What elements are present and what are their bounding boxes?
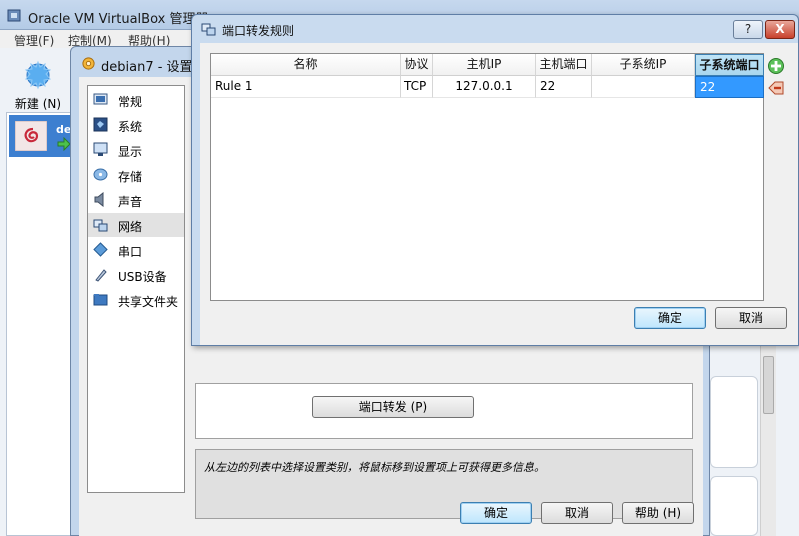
rule-host-port-cell[interactable]: 22 (536, 76, 592, 98)
network-settings-panel: 端口转发 (P) (195, 383, 693, 439)
port-forwarding-dialog: 端口转发规则 ? X 名称 协议 主机IP 主机端口 子系统IP 子系统端口 R… (191, 14, 799, 346)
rule-host-ip-cell[interactable]: 127.0.0.1 (433, 76, 536, 98)
category-label: 串口 (118, 245, 143, 259)
port-forwarding-title-text: 端口转发规则 (222, 24, 295, 38)
vm-running-arrow-icon (57, 137, 71, 151)
new-vm-icon (24, 60, 52, 90)
shared-folder-icon (93, 294, 108, 306)
help-caption-button[interactable]: ? (733, 20, 763, 39)
category-audio[interactable]: 声音 (88, 188, 184, 212)
debian-logo-icon (15, 121, 47, 151)
column-header-guest-ip[interactable]: 子系统IP (592, 54, 695, 76)
port-forwarding-title-bar: 端口转发规则 ? X (192, 15, 798, 43)
settings-gear-icon (82, 57, 95, 70)
port-forwarding-cancel-button[interactable]: 取消 (715, 307, 787, 329)
category-label: 显示 (118, 145, 143, 159)
vm-details-strip (700, 346, 799, 536)
new-vm-button[interactable]: 新建 (N) (10, 60, 66, 112)
general-icon (93, 93, 108, 105)
category-display[interactable]: 显示 (88, 138, 184, 162)
category-label: 共享文件夹 (118, 295, 179, 309)
category-label: 存储 (118, 170, 143, 184)
remove-rule-icon[interactable] (767, 79, 785, 97)
storage-icon (93, 168, 108, 181)
rule-guest-port-cell[interactable]: 22 (695, 76, 764, 98)
display-icon (93, 142, 108, 156)
close-caption-button[interactable]: X (765, 20, 795, 39)
rule-guest-ip-cell[interactable] (592, 76, 695, 98)
settings-category-list: 常规 系统 显示 存储 声音 网络 串口 USB设备 共享文件夹 (87, 85, 185, 493)
system-icon (93, 117, 108, 132)
category-serial-port[interactable]: 串口 (88, 238, 184, 262)
port-forwarding-body: 名称 协议 主机IP 主机端口 子系统IP 子系统端口 Rule 1 TCP 1… (200, 43, 798, 345)
category-label: 声音 (118, 195, 143, 209)
port-forwarding-button[interactable]: 端口转发 (P) (312, 396, 474, 418)
column-header-name[interactable]: 名称 (211, 54, 401, 76)
settings-cancel-button[interactable]: 取消 (541, 502, 613, 524)
details-card (710, 376, 758, 468)
column-header-host-port[interactable]: 主机端口 (536, 54, 592, 76)
column-header-guest-port[interactable]: 子系统端口 (695, 54, 764, 76)
category-general[interactable]: 常规 (88, 88, 184, 112)
category-usb[interactable]: USB设备 (88, 263, 184, 287)
category-storage[interactable]: 存储 (88, 163, 184, 187)
category-shared-folders[interactable]: 共享文件夹 (88, 288, 184, 312)
main-title-text: Oracle VM VirtualBox 管理器 (28, 12, 209, 27)
settings-title-text: debian7 - 设置 (101, 60, 193, 75)
rule-protocol-cell[interactable]: TCP (401, 76, 433, 98)
details-scrollbar[interactable] (760, 346, 776, 536)
category-network[interactable]: 网络 (88, 213, 184, 237)
scrollbar-thumb[interactable] (763, 356, 774, 414)
serial-port-icon (93, 242, 108, 257)
port-forwarding-ok-button[interactable]: 确定 (634, 307, 706, 329)
vm-list: de (6, 112, 76, 536)
settings-ok-button[interactable]: 确定 (460, 502, 532, 524)
settings-info-text: 从左边的列表中选择设置类别，将鼠标移到设置项上可获得更多信息。 (204, 461, 545, 474)
category-label: 常规 (118, 95, 143, 109)
usb-icon (95, 269, 107, 282)
column-header-host-ip[interactable]: 主机IP (433, 54, 536, 76)
column-header-protocol[interactable]: 协议 (401, 54, 433, 76)
vm-list-item-debian7[interactable]: de (9, 115, 73, 157)
rule-name-cell[interactable]: Rule 1 (211, 76, 401, 98)
category-label: 网络 (118, 220, 143, 234)
virtualbox-logo-icon (7, 9, 21, 22)
settings-info-box: 从左边的列表中选择设置类别，将鼠标移到设置项上可获得更多信息。 (195, 449, 693, 519)
category-label: 系统 (118, 120, 143, 134)
network-icon (201, 23, 216, 36)
category-system[interactable]: 系统 (88, 113, 184, 137)
audio-icon (94, 192, 104, 207)
add-rule-icon[interactable] (767, 57, 785, 75)
port-forwarding-rules-table: 名称 协议 主机IP 主机端口 子系统IP 子系统端口 Rule 1 TCP 1… (210, 53, 764, 301)
network-icon (93, 219, 108, 232)
category-label: USB设备 (118, 270, 167, 284)
new-vm-label: 新建 (N) (14, 97, 62, 111)
details-card (710, 476, 758, 536)
menu-manage[interactable]: 管理(F) (14, 32, 54, 49)
settings-help-button[interactable]: 帮助 (H) (622, 502, 694, 524)
